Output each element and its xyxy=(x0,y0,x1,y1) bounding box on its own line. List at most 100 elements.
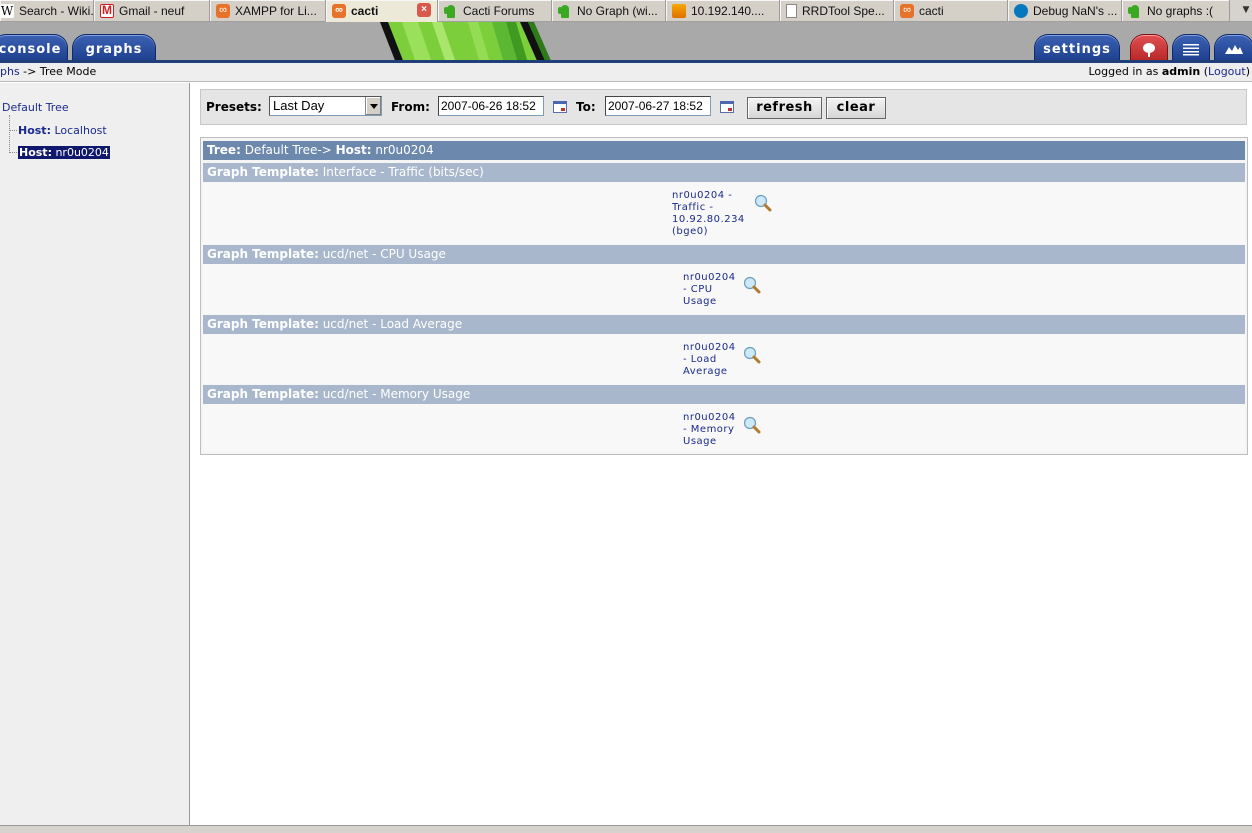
magnifier-zoom-icon[interactable] xyxy=(743,416,761,434)
graph-title-link[interactable]: nr0u0204 - Memory Usage xyxy=(683,412,736,448)
close-tab-icon[interactable]: × xyxy=(417,3,431,17)
to-date-input[interactable]: 2007-06-27 18:52 xyxy=(605,96,711,116)
browser-tab[interactable]: W Search - Wiki... xyxy=(0,0,94,21)
graph-title-line: nr0u0204 xyxy=(683,342,736,353)
graph-template-row: Graph Template: Interface - Traffic (bit… xyxy=(203,163,1245,182)
graph-title-line: - Memory xyxy=(683,424,735,435)
tree-connector xyxy=(9,152,17,153)
magnifier-zoom-icon[interactable] xyxy=(754,194,772,212)
graphs-tab[interactable]: graphs xyxy=(72,34,156,60)
document-icon xyxy=(786,3,797,18)
paren-open: ( xyxy=(1200,65,1209,78)
cacti-icon xyxy=(558,4,572,18)
graph-title-link[interactable]: nr0u0204 - CPU Usage xyxy=(683,272,736,308)
list-icon xyxy=(1183,44,1199,56)
tab-label: No Graph (wi... xyxy=(577,3,658,18)
breadcrumb-current: Tree Mode xyxy=(39,65,97,78)
console-tab[interactable]: console xyxy=(0,34,68,60)
tree-value: Default Tree-> xyxy=(240,143,336,157)
browser-tab[interactable]: XAMPP for Li... xyxy=(210,0,326,21)
paren-close: ) xyxy=(1245,65,1250,78)
cacti-icon xyxy=(1128,4,1142,18)
template-name: Interface - Traffic (bits/sec) xyxy=(318,165,484,179)
graph-tree-sidebar: Default Tree Host: Localhost Host: nr0u0… xyxy=(0,83,190,825)
host-value: nr0u0204 xyxy=(371,143,434,157)
xampp-icon xyxy=(216,3,230,18)
tree-node-host-localhost[interactable]: Host: Localhost xyxy=(18,124,107,137)
browser-tab[interactable]: Cacti Forums xyxy=(438,0,552,21)
graph-title-line: Traffic - xyxy=(672,202,714,213)
graph-title-line: nr0u0204 - xyxy=(672,190,733,201)
graph-title-line: (bge0) xyxy=(672,226,709,237)
clear-button[interactable]: clear xyxy=(826,97,886,119)
template-label: Graph Template: xyxy=(207,165,319,179)
tab-label: RRDTool Spe... xyxy=(802,3,885,18)
browser-tab[interactable]: 10.192.140.... xyxy=(666,0,780,21)
tree-label: Tree: xyxy=(207,143,241,157)
refresh-button[interactable]: refresh xyxy=(747,97,822,119)
node-prefix: Host: xyxy=(18,124,51,137)
breadcrumb-graphs-link[interactable]: phs xyxy=(0,65,20,78)
from-label: From: xyxy=(391,100,430,114)
graph-preview-icon xyxy=(1225,45,1243,54)
timespan-filter: Presets: Last Day From: 2007-06-26 18:52… xyxy=(200,89,1247,125)
xampp-icon xyxy=(332,4,346,18)
calendar-icon[interactable] xyxy=(553,101,567,113)
xampp-icon xyxy=(900,3,914,18)
to-label: To: xyxy=(576,100,596,114)
graph-title-line: Usage xyxy=(683,436,717,447)
host-label: Host: xyxy=(335,143,372,157)
graph-title-line: Usage xyxy=(683,296,717,307)
node-name: Localhost xyxy=(50,124,107,137)
preview-view-button[interactable] xyxy=(1214,34,1252,60)
browser-tab[interactable]: No graphs :( xyxy=(1122,0,1230,21)
tab-label: No graphs :( xyxy=(1147,3,1214,18)
tab-label: cacti xyxy=(919,3,944,18)
tab-label: Gmail - neuf xyxy=(119,3,185,18)
magnifier-zoom-icon[interactable] xyxy=(743,276,761,294)
template-label: Graph Template: xyxy=(207,247,319,261)
browser-tab[interactable]: No Graph (wi... xyxy=(552,0,666,21)
browser-tab[interactable]: Gmail - neuf xyxy=(94,0,210,21)
chevron-down-icon[interactable] xyxy=(365,97,381,115)
tree-node-host-nr0u0204-selected[interactable]: Host: nr0u0204 xyxy=(18,146,110,159)
tab-label: Cacti Forums xyxy=(463,3,535,18)
browser-tab[interactable]: Debug NaN's ... xyxy=(1008,0,1122,21)
graph-cell: nr0u0204 - CPU Usage xyxy=(203,264,1245,314)
login-prefix: Logged in as xyxy=(1088,65,1162,78)
tab-label: 10.192.140.... xyxy=(691,3,765,18)
tree-view-button[interactable] xyxy=(1130,34,1168,60)
graph-title-line: - Load xyxy=(683,354,717,365)
browser-tab-active[interactable]: cacti × xyxy=(326,0,438,22)
tab-label: cacti xyxy=(351,4,379,18)
graph-cell: nr0u0204 - Memory Usage xyxy=(203,404,1245,452)
calendar-icon[interactable] xyxy=(720,101,734,113)
browser-tab-strip: W Search - Wiki... Gmail - neuf XAMPP for… xyxy=(0,0,1252,22)
cacti-icon xyxy=(444,4,458,18)
breadcrumb-separator: -> xyxy=(19,65,40,78)
from-date-input[interactable]: 2007-06-26 18:52 xyxy=(438,96,544,116)
browser-tab[interactable]: RRDTool Spe... xyxy=(780,0,894,21)
list-view-button[interactable] xyxy=(1172,34,1210,60)
graph-template-row: Graph Template: ucd/net - CPU Usage xyxy=(203,245,1245,264)
graph-title-line: 10.92.80.234 xyxy=(672,214,745,225)
graph-template-row: Graph Template: ucd/net - Memory Usage xyxy=(203,385,1245,404)
node-name: nr0u0204 xyxy=(51,146,109,159)
template-label: Graph Template: xyxy=(207,387,319,401)
logout-link[interactable]: Logout xyxy=(1208,65,1246,78)
graph-title-link[interactable]: nr0u0204 - Traffic - 10.92.80.234 (bge0) xyxy=(672,190,745,238)
tree-root-default-tree[interactable]: Default Tree xyxy=(2,101,69,114)
graph-title-line: nr0u0204 xyxy=(683,412,736,423)
template-label: Graph Template: xyxy=(207,317,319,331)
browser-tab[interactable]: cacti xyxy=(894,0,1008,21)
tab-overflow-button[interactable]: ▼ xyxy=(1240,0,1252,21)
login-status: Logged in as admin (Logout) xyxy=(1088,63,1250,81)
graph-title-link[interactable]: nr0u0204 - Load Average xyxy=(683,342,736,378)
cacti-logo xyxy=(380,22,551,60)
graph-template-row: Graph Template: ucd/net - Load Average xyxy=(203,315,1245,334)
settings-tab[interactable]: settings xyxy=(1034,34,1120,60)
magnifier-zoom-icon[interactable] xyxy=(743,346,761,364)
presets-select[interactable]: Last Day xyxy=(269,96,382,116)
presets-value: Last Day xyxy=(273,98,325,113)
graph-title-line: - CPU xyxy=(683,284,713,295)
